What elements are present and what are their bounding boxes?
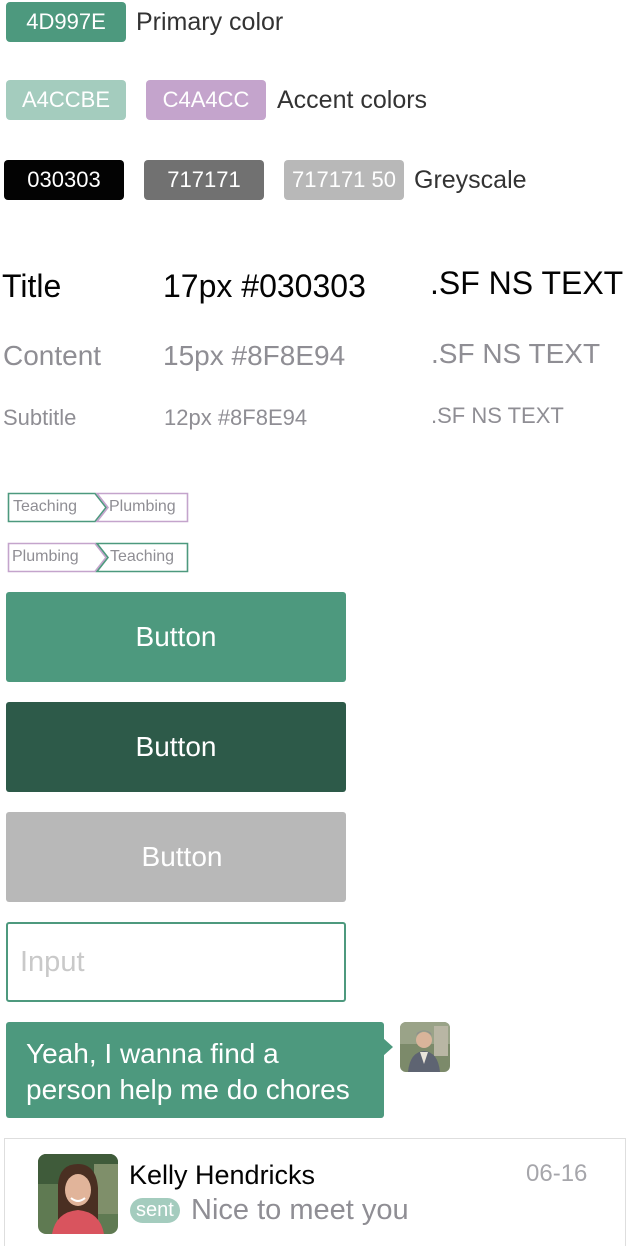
chat-bubble-tail <box>383 1038 393 1056</box>
person-avatar-icon <box>400 1022 450 1072</box>
tag-plumbing: Plumbing <box>12 548 79 565</box>
chat-message-line-1: Yeah, I wanna find a <box>26 1038 279 1069</box>
typo-subtitle-font: .SF NS TEXT <box>431 403 564 428</box>
contact-date: 06-16 <box>526 1160 588 1187</box>
typo-title-font: .SF NS TEXT <box>430 265 624 301</box>
primary-button[interactable]: Button <box>6 592 346 682</box>
tag-pair-teaching-plumbing[interactable]: Teaching Plumbing <box>7 492 189 523</box>
typo-subtitle-name: Subtitle <box>3 405 77 430</box>
typo-title-spec: 17px #030303 <box>163 268 366 304</box>
swatch-accent-purple: C4A4CC <box>146 80 266 120</box>
tag-teaching: Teaching <box>13 498 78 515</box>
person-avatar-icon <box>38 1154 118 1234</box>
contact-name: Kelly Hendricks <box>129 1160 316 1190</box>
tag-teaching: Teaching <box>110 548 175 565</box>
typo-title-name: Title <box>2 268 62 304</box>
sent-badge: sent <box>130 1198 180 1223</box>
typo-subtitle-spec: 12px #8F8E94 <box>164 405 308 430</box>
contact-last-message: Nice to meet you <box>191 1194 409 1226</box>
tag-plumbing: Plumbing <box>109 498 176 515</box>
sender-avatar[interactable] <box>400 1022 450 1072</box>
contact-avatar <box>38 1154 118 1234</box>
swatch-black: 030303 <box>4 160 124 200</box>
typo-content-name: Content <box>3 340 102 371</box>
input-field-container <box>6 922 346 1002</box>
accent-colors-label: Accent colors <box>277 86 428 114</box>
chat-message-line-2: person help me do chores <box>26 1074 350 1105</box>
text-input[interactable] <box>8 924 344 1000</box>
swatch-grey: 717171 <box>144 160 264 200</box>
tag-pair-plumbing-teaching[interactable]: Plumbing Teaching <box>7 542 189 573</box>
typo-content-spec: 15px #8F8E94 <box>163 340 346 371</box>
swatch-accent-green: A4CCBE <box>6 80 126 120</box>
swatch-primary: 4D997E <box>6 2 126 42</box>
pressed-button[interactable]: Button <box>6 702 346 792</box>
swatch-grey-50: 717171 50 <box>284 160 404 200</box>
typo-content-font: .SF NS TEXT <box>431 338 601 369</box>
primary-color-label: Primary color <box>136 8 284 36</box>
greyscale-label: Greyscale <box>414 166 527 194</box>
chat-bubble: Yeah, I wanna find a person help me do c… <box>6 1022 384 1118</box>
disabled-button[interactable]: Button <box>6 812 346 902</box>
